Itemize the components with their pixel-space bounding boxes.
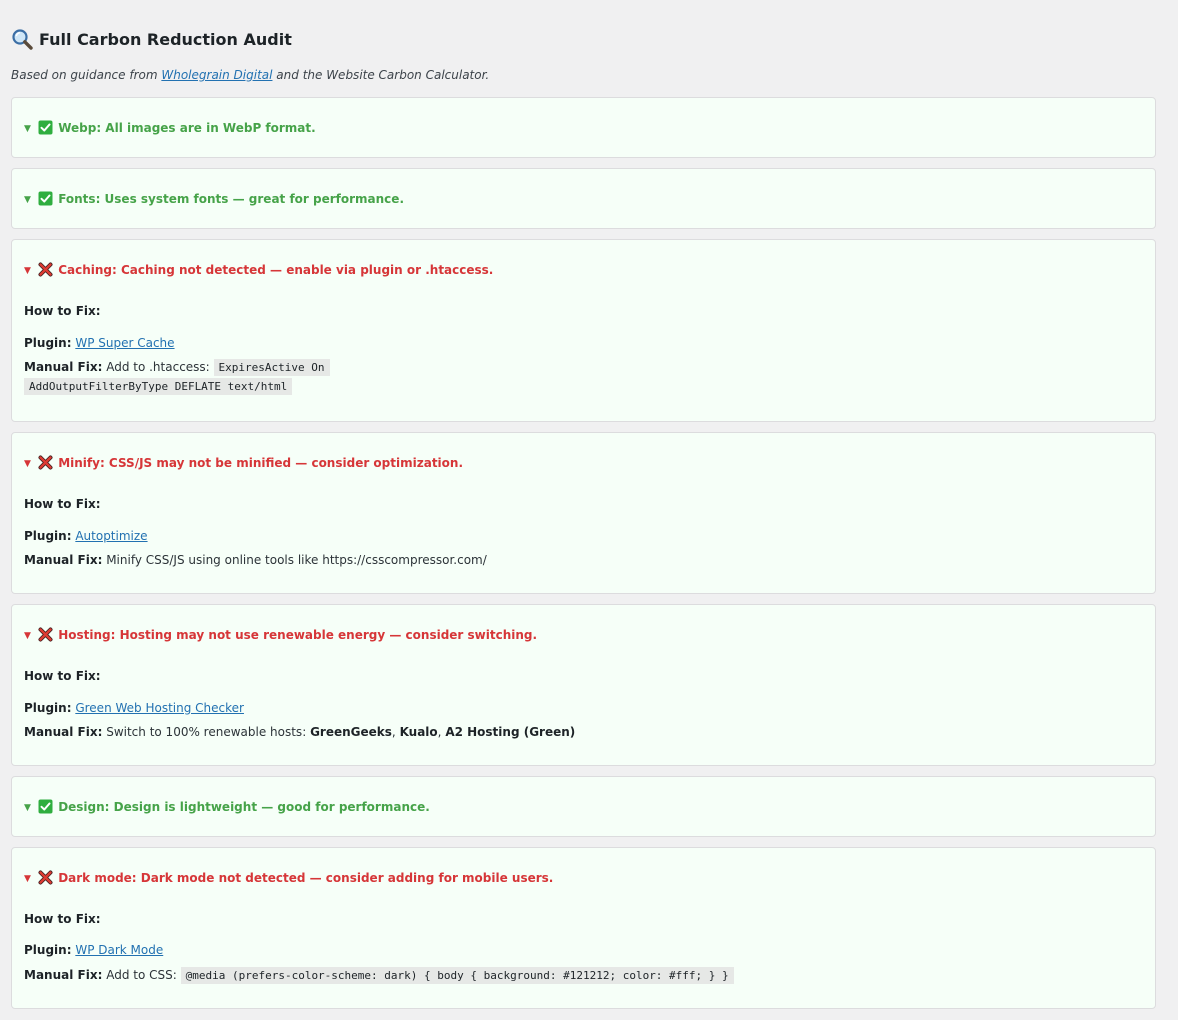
plugin-label: Plugin: — [24, 943, 72, 957]
cross-mark-icon — [38, 455, 53, 470]
manual-fix-text: Add to CSS: — [106, 968, 177, 982]
cross-mark-icon — [38, 262, 53, 277]
caret-down-icon: ▼ — [24, 631, 31, 641]
code-snippet: @media (prefers-color-scheme: dark) { bo… — [180, 967, 734, 984]
check-summary-design[interactable]: ▼ Design: Design is lightweight — good f… — [24, 797, 430, 817]
check-mark-icon — [38, 120, 53, 135]
check-summary-text: Caching: Caching not detected — enable v… — [58, 263, 494, 277]
manual-fix-label: Manual Fix: — [24, 968, 103, 982]
manual-fix-text: Switch to 100% renewable hosts: — [106, 725, 307, 739]
plugin-label: Plugin: — [24, 529, 72, 543]
host-separator: , — [437, 725, 442, 739]
check-summary-text: Webp: All images are in WebP format. — [58, 121, 316, 135]
plugin-row: Plugin: Autoptimize — [24, 526, 148, 546]
audit-check-webp: ▼ Webp: All images are in WebP format. — [11, 97, 1156, 158]
check-mark-icon — [38, 191, 53, 206]
caret-down-icon: ▼ — [24, 803, 31, 813]
check-summary-text: Fonts: Uses system fonts — great for per… — [58, 192, 404, 206]
how-to-fix-heading: How to Fix: — [24, 912, 101, 926]
plugin-row: Plugin: WP Super Cache — [24, 333, 175, 353]
plugin-row: Plugin: Green Web Hosting Checker — [24, 698, 244, 718]
code-snippet: AddOutputFilterByType DEFLATE text/html — [24, 378, 293, 395]
page-title-text: Full Carbon Reduction Audit — [39, 30, 292, 49]
manual-fix-row: Manual Fix: Switch to 100% renewable hos… — [24, 722, 575, 742]
host-name: Kualo — [399, 725, 438, 739]
plugin-label: Plugin: — [24, 701, 72, 715]
code-snippet-line-2: AddOutputFilterByType DEFLATE text/html — [24, 377, 293, 397]
manual-fix-label: Manual Fix: — [24, 725, 103, 739]
manual-fix-row: Manual Fix: Add to CSS: @media (prefers-… — [24, 965, 734, 985]
audit-check-caching: ▼ Caching: Caching not detected — enable… — [11, 239, 1156, 422]
plugin-link-autoptimize[interactable]: Autoptimize — [75, 529, 147, 543]
check-summary-caching[interactable]: ▼ Caching: Caching not detected — enable… — [24, 260, 493, 280]
cross-mark-icon — [38, 627, 53, 642]
cross-mark-icon — [38, 870, 53, 885]
subtitle-prefix: Based on guidance from — [11, 68, 158, 82]
caret-down-icon: ▼ — [24, 124, 31, 134]
plugin-link-wp-dark-mode[interactable]: WP Dark Mode — [75, 943, 163, 957]
manual-fix-text: Add to .htaccess: — [106, 360, 210, 374]
check-summary-text: Design: Design is lightweight — good for… — [58, 800, 430, 814]
check-summary-text: Dark mode: Dark mode not detected — cons… — [58, 871, 554, 885]
check-summary-fonts[interactable]: ▼ Fonts: Uses system fonts — great for p… — [24, 189, 404, 209]
magnifier-icon — [12, 29, 33, 50]
caret-down-icon: ▼ — [24, 874, 31, 884]
check-summary-webp[interactable]: ▼ Webp: All images are in WebP format. — [24, 118, 316, 138]
plugin-label: Plugin: — [24, 336, 72, 350]
audit-subtitle: Based on guidance from Wholegrain Digita… — [11, 66, 489, 84]
how-to-fix-heading: How to Fix: — [24, 497, 101, 511]
audit-check-dark-mode: ▼ Dark mode: Dark mode not detected — co… — [11, 847, 1156, 1009]
plugin-link-green-web-hosting-checker[interactable]: Green Web Hosting Checker — [75, 701, 244, 715]
host-separator: , — [391, 725, 396, 739]
manual-fix-row: Manual Fix: Add to .htaccess: ExpiresAct… — [24, 357, 330, 377]
page-title: Full Carbon Reduction Audit — [11, 28, 292, 52]
audit-check-minify: ▼ Minify: CSS/JS may not be minified — c… — [11, 432, 1156, 594]
manual-fix-text: Minify CSS/JS using online tools like ht… — [106, 553, 487, 567]
check-summary-minify[interactable]: ▼ Minify: CSS/JS may not be minified — c… — [24, 453, 463, 473]
wholegrain-digital-link[interactable]: Wholegrain Digital — [161, 68, 272, 82]
how-to-fix-heading: How to Fix: — [24, 304, 101, 318]
audit-check-fonts: ▼ Fonts: Uses system fonts — great for p… — [11, 168, 1156, 229]
subtitle-suffix: and the Website Carbon Calculator. — [276, 68, 490, 82]
check-mark-icon — [38, 799, 53, 814]
caret-down-icon: ▼ — [24, 195, 31, 205]
manual-fix-label: Manual Fix: — [24, 553, 103, 567]
code-snippet: ExpiresActive On — [213, 359, 330, 376]
check-summary-text: Minify: CSS/JS may not be minified — con… — [58, 456, 464, 470]
audit-check-hosting: ▼ Hosting: Hosting may not use renewable… — [11, 604, 1156, 766]
host-name: A2 Hosting (Green) — [445, 725, 576, 739]
audit-check-design: ▼ Design: Design is lightweight — good f… — [11, 776, 1156, 837]
host-name: GreenGeeks — [310, 725, 392, 739]
plugin-row: Plugin: WP Dark Mode — [24, 940, 163, 960]
how-to-fix-heading: How to Fix: — [24, 669, 101, 683]
caret-down-icon: ▼ — [24, 266, 31, 276]
check-summary-text: Hosting: Hosting may not use renewable e… — [58, 628, 538, 642]
check-summary-dark-mode[interactable]: ▼ Dark mode: Dark mode not detected — co… — [24, 868, 553, 888]
caret-down-icon: ▼ — [24, 459, 31, 469]
check-summary-hosting[interactable]: ▼ Hosting: Hosting may not use renewable… — [24, 625, 537, 645]
manual-fix-label: Manual Fix: — [24, 360, 103, 374]
manual-fix-row: Manual Fix: Minify CSS/JS using online t… — [24, 550, 487, 570]
plugin-link-wp-super-cache[interactable]: WP Super Cache — [75, 336, 174, 350]
